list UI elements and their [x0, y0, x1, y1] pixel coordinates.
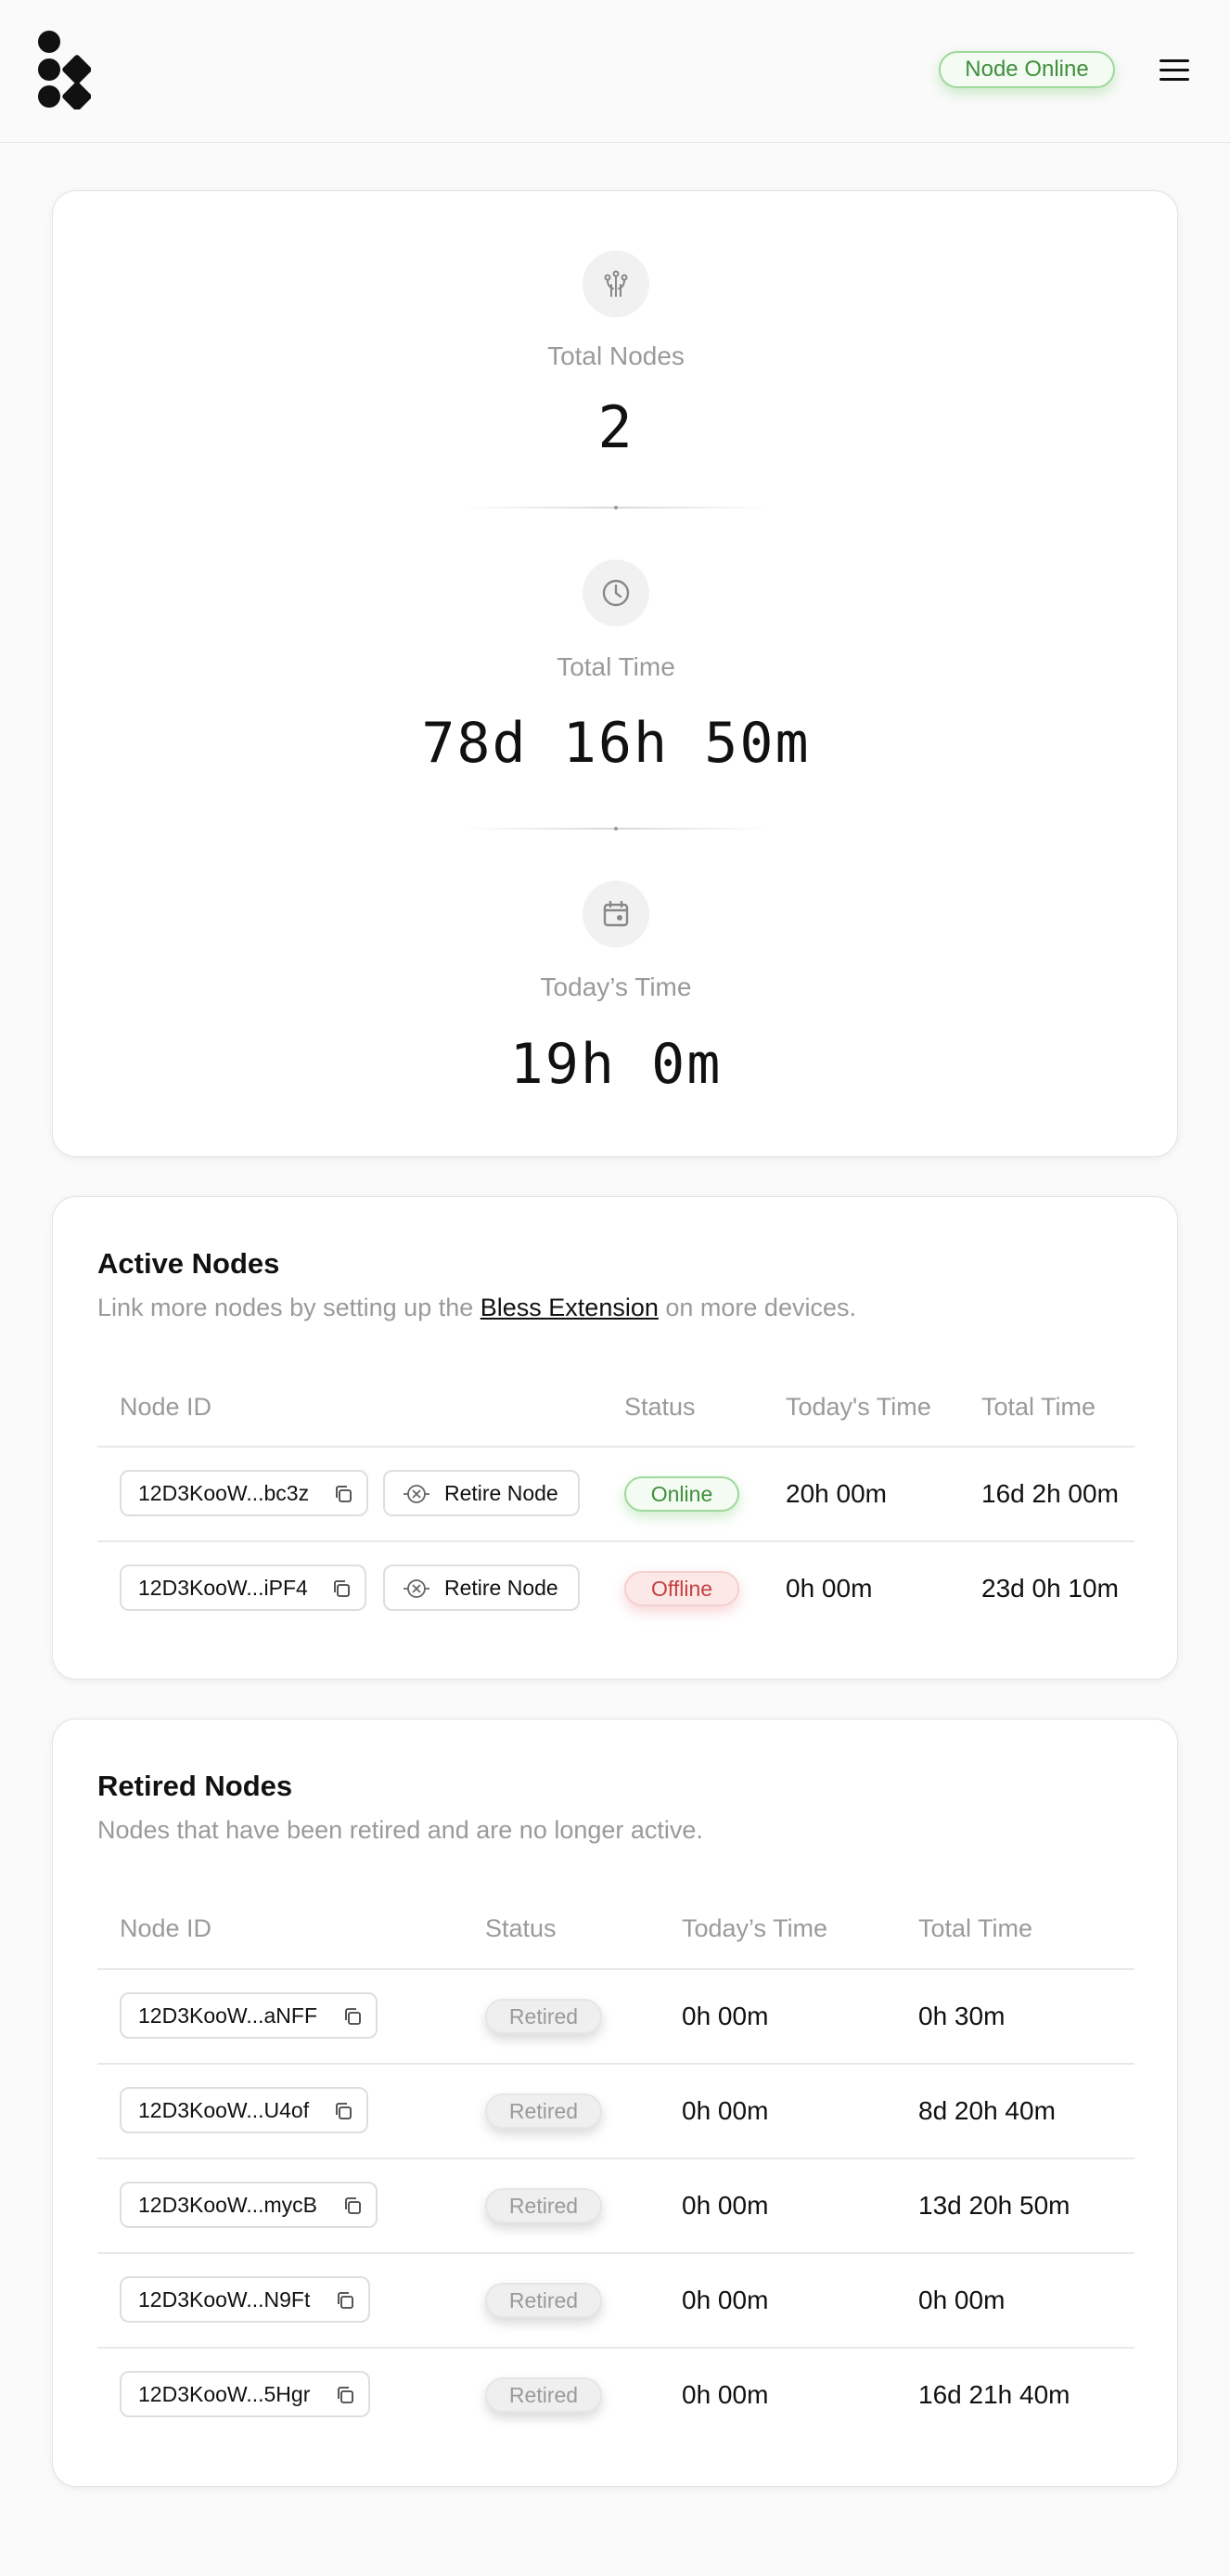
table-divider [97, 2347, 1134, 2349]
column-header-total-time: Total Time [981, 1393, 1096, 1421]
node-id-chip[interactable]: 12D3KooW...mycB [120, 2182, 378, 2228]
status-badge: Offline [624, 1571, 739, 1606]
node-id-chip[interactable]: 12D3KooW...iPF4 [120, 1565, 366, 1611]
total-time-value: 78d 16h 50m [421, 711, 811, 776]
table-divider [97, 1446, 1134, 1448]
todays-time-cell: 0h 00m [786, 1574, 873, 1603]
stat-divider [463, 827, 769, 831]
table-divider [97, 1540, 1134, 1542]
table-divider [97, 1968, 1134, 1970]
stats-card: Total Nodes 2 Total Time 78d 16h 50m Tod… [52, 190, 1178, 1157]
todays-time-cell: 0h 00m [682, 2002, 769, 2030]
status-badge: Retired [485, 2283, 602, 2318]
retired-nodes-card: Retired Nodes Nodes that have been retir… [52, 1719, 1178, 2487]
total-time-cell: 13d 20h 50m [918, 2191, 1070, 2220]
stat-divider [463, 506, 769, 509]
calendar-icon [583, 881, 649, 947]
todays-time-label: Today’s Time [540, 972, 692, 1001]
column-header-node-id: Node ID [120, 1393, 212, 1421]
active-nodes-card: Active Nodes Link more nodes by setting … [52, 1196, 1178, 1680]
column-header-status: Status [485, 1914, 557, 1942]
retire-node-button[interactable]: Retire Node [383, 1565, 580, 1611]
active-nodes-title: Active Nodes [97, 1247, 280, 1280]
todays-time-cell: 0h 00m [682, 2191, 769, 2220]
todays-time-cell: 0h 00m [682, 2096, 769, 2125]
status-badge: Retired [485, 2377, 602, 2413]
active-nodes-subtitle: Link more nodes by setting up the Bless … [97, 1294, 856, 1321]
node-id-chip[interactable]: 12D3KooW...bc3z [120, 1470, 368, 1516]
todays-time-cell: 0h 00m [682, 2286, 769, 2314]
node-network-icon [583, 251, 649, 317]
column-header-node-id: Node ID [120, 1914, 212, 1942]
total-nodes-label: Total Nodes [547, 341, 685, 370]
copy-icon[interactable] [335, 2385, 355, 2405]
node-id-chip[interactable]: 12D3KooW...N9Ft [120, 2276, 370, 2323]
bless-logo-icon[interactable] [37, 30, 91, 109]
total-time-cell: 0h 00m [918, 2286, 1006, 2314]
retire-node-button[interactable]: Retire Node [383, 1470, 580, 1516]
table-divider [97, 2252, 1134, 2254]
node-id-chip[interactable]: 12D3KooW...5Hgr [120, 2371, 370, 2417]
copy-icon[interactable] [333, 2101, 353, 2121]
clock-icon [583, 560, 649, 626]
copy-icon[interactable] [331, 1578, 352, 1599]
node-online-status-badge: Node Online [939, 51, 1115, 88]
status-badge: Retired [485, 2093, 602, 2129]
copy-icon[interactable] [335, 2290, 355, 2311]
total-nodes-value: 2 [597, 393, 634, 461]
column-header-status: Status [624, 1393, 696, 1421]
top-header: Node Online [0, 0, 1230, 143]
total-time-cell: 8d 20h 40m [918, 2096, 1056, 2125]
column-header-total-time: Total Time [918, 1914, 1033, 1942]
status-badge: Retired [485, 1999, 602, 2034]
status-badge: Retired [485, 2188, 602, 2223]
total-time-cell: 0h 30m [918, 2002, 1006, 2030]
copy-icon[interactable] [333, 1484, 353, 1504]
todays-time-value: 19h 0m [509, 1032, 723, 1097]
copy-icon[interactable] [342, 2196, 363, 2216]
node-id-chip[interactable]: 12D3KooW...U4of [120, 2087, 368, 2133]
todays-time-cell: 0h 00m [682, 2380, 769, 2409]
column-header-todays-time: Today’s Time [682, 1914, 828, 1942]
column-header-todays-time: Today's Time [786, 1393, 931, 1421]
table-divider [97, 2063, 1134, 2065]
retired-nodes-subtitle: Nodes that have been retired and are no … [97, 1816, 703, 1844]
status-badge: Online [624, 1476, 739, 1512]
total-time-cell: 16d 21h 40m [918, 2380, 1070, 2409]
retired-nodes-title: Retired Nodes [97, 1770, 293, 1802]
total-time-cell: 16d 2h 00m [981, 1479, 1119, 1508]
total-time-label: Total Time [557, 652, 675, 681]
total-time-cell: 23d 0h 10m [981, 1574, 1119, 1603]
bless-extension-link[interactable]: Bless Extension [480, 1294, 659, 1321]
todays-time-cell: 20h 00m [786, 1479, 887, 1508]
hamburger-menu-icon[interactable] [1160, 58, 1191, 82]
copy-icon[interactable] [342, 2006, 363, 2027]
retire-icon [404, 1579, 429, 1598]
node-id-chip[interactable]: 12D3KooW...aNFF [120, 1992, 378, 2039]
table-divider [97, 2157, 1134, 2159]
retire-icon [404, 1485, 429, 1503]
